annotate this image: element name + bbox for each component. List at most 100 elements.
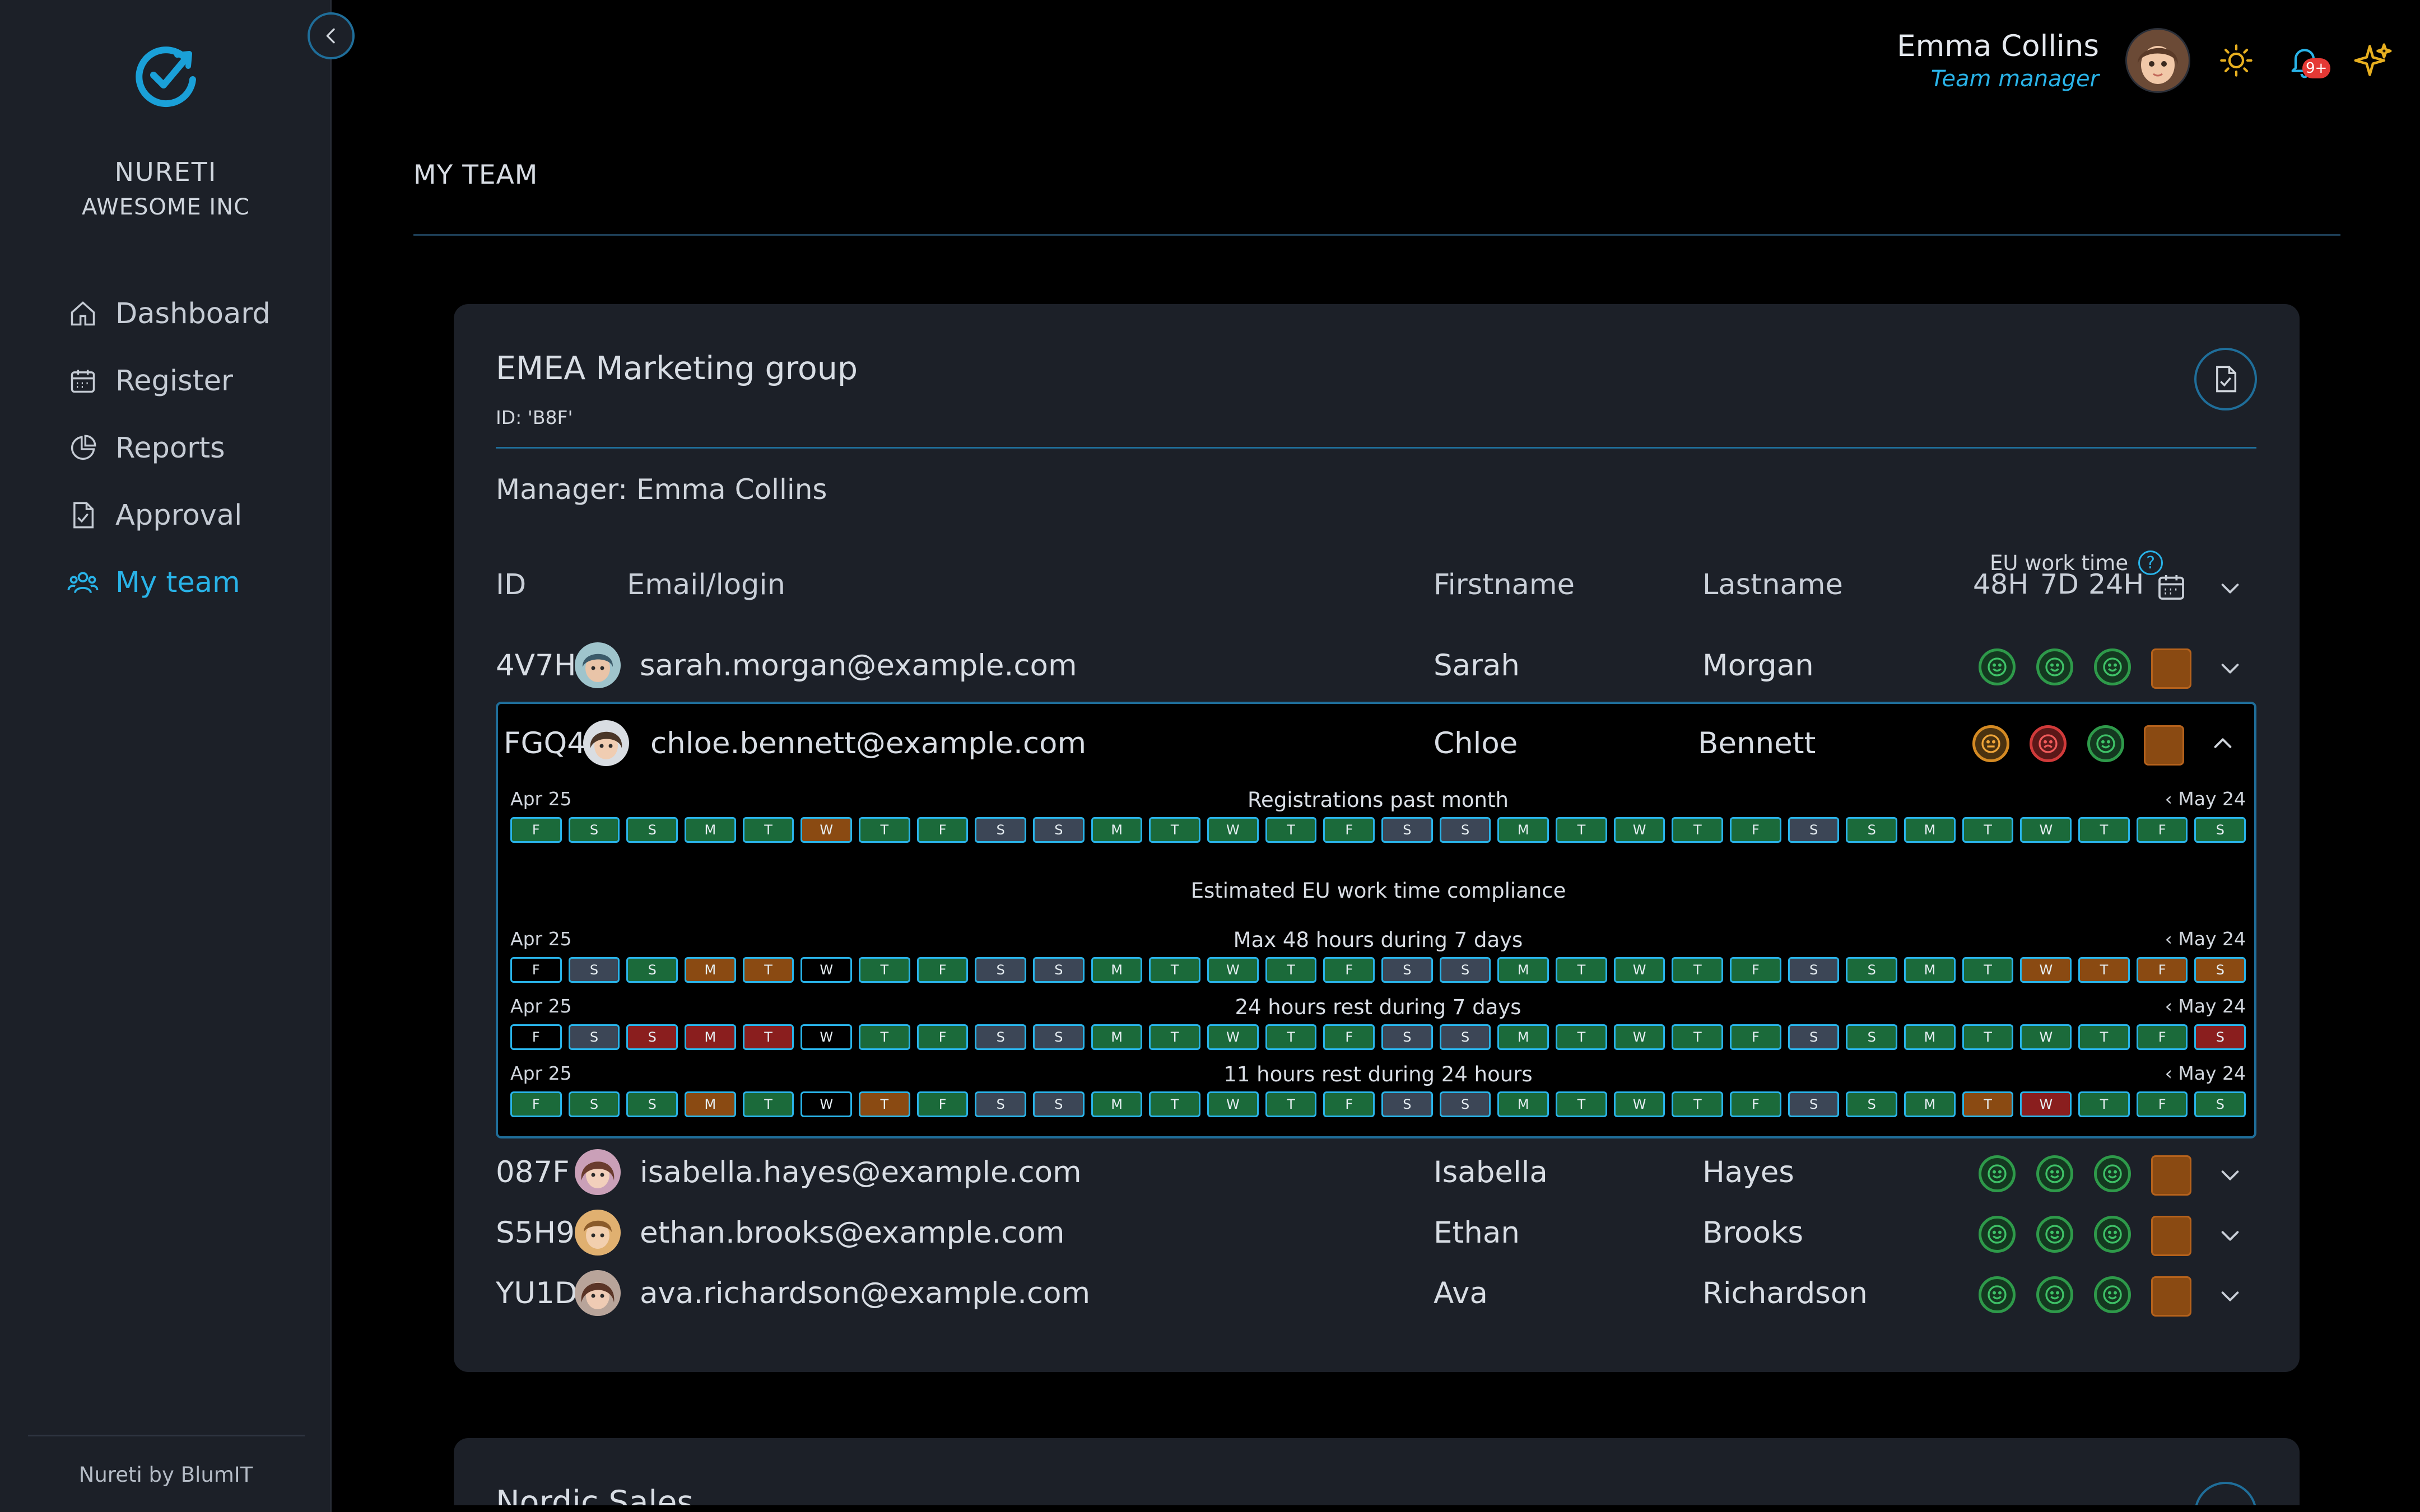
compliance-7d-icon[interactable]	[2036, 648, 2073, 685]
day-cell[interactable]: T	[2078, 1024, 2130, 1050]
compliance-24h-icon[interactable]	[2094, 648, 2131, 685]
day-cell[interactable]: T	[742, 1091, 794, 1117]
day-cell[interactable]: S	[568, 957, 620, 983]
day-cell[interactable]: F	[510, 817, 562, 843]
day-cell[interactable]: S	[1033, 957, 1085, 983]
day-cell[interactable]: T	[1556, 1024, 1607, 1050]
day-cell[interactable]: S	[626, 957, 678, 983]
day-cell[interactable]: S	[1033, 817, 1085, 843]
day-cell[interactable]: S	[1788, 1024, 1840, 1050]
day-cell[interactable]: T	[1149, 957, 1201, 983]
day-cell[interactable]: M	[1904, 1024, 1956, 1050]
day-cell[interactable]: T	[2078, 817, 2130, 843]
day-cell[interactable]: S	[975, 1091, 1027, 1117]
day-cell[interactable]: T	[1556, 817, 1607, 843]
day-cell[interactable]: F	[1730, 817, 1781, 843]
day-cell[interactable]: S	[626, 817, 678, 843]
range-end-button[interactable]: ‹ May 24	[2165, 1062, 2246, 1084]
compliance-7d-icon[interactable]	[2030, 725, 2067, 762]
day-cell[interactable]: M	[1904, 1091, 1956, 1117]
day-cell[interactable]: S	[568, 1091, 620, 1117]
day-cell[interactable]: M	[1904, 817, 1956, 843]
member-email[interactable]: isabella.hayes@example.com	[640, 1144, 1082, 1200]
day-cell[interactable]: F	[1730, 1024, 1781, 1050]
day-cell[interactable]: T	[1962, 1024, 2014, 1050]
day-cell[interactable]: W	[2020, 957, 2072, 983]
day-cell[interactable]: T	[1556, 1091, 1607, 1117]
day-cell[interactable]: T	[859, 817, 910, 843]
range-end-button[interactable]: ‹ May 24	[2165, 995, 2246, 1017]
day-cell[interactable]: M	[685, 957, 736, 983]
day-cell[interactable]: M	[1091, 1024, 1143, 1050]
day-cell[interactable]: F	[1323, 1091, 1375, 1117]
day-cell[interactable]: F	[916, 957, 969, 983]
expand-row-button[interactable]	[2216, 1221, 2244, 1249]
expand-all-button[interactable]	[2217, 575, 2243, 603]
day-cell[interactable]: F	[1730, 957, 1781, 983]
day-cell[interactable]: T	[1265, 1091, 1317, 1117]
day-cell[interactable]: M	[1091, 1091, 1143, 1117]
calendar-status-box[interactable]	[2151, 1276, 2191, 1317]
compliance-48h-icon[interactable]	[1979, 1216, 2016, 1253]
sidebar-item-register[interactable]: Register	[66, 347, 271, 414]
day-cell[interactable]: M	[1497, 817, 1549, 843]
day-cell[interactable]: S	[1788, 1091, 1840, 1117]
notifications-button[interactable]: 9+	[2282, 38, 2331, 83]
day-cell[interactable]: S	[1439, 957, 1491, 983]
day-cell[interactable]: T	[1265, 817, 1317, 843]
day-cell[interactable]: M	[685, 1024, 736, 1050]
day-cell[interactable]: F	[916, 1024, 969, 1050]
day-cell[interactable]: W	[2020, 1091, 2072, 1117]
day-cell[interactable]: S	[1033, 1091, 1085, 1117]
day-cell[interactable]: S	[975, 1024, 1027, 1050]
day-cell[interactable]: W	[1207, 817, 1259, 843]
day-cell[interactable]: T	[1265, 1024, 1317, 1050]
day-cell[interactable]: F	[1323, 817, 1375, 843]
day-cell[interactable]: T	[859, 957, 910, 983]
day-cell[interactable]: W	[1613, 1024, 1665, 1050]
day-cell[interactable]: T	[2078, 957, 2130, 983]
calendar-status-box[interactable]	[2144, 725, 2184, 766]
ai-assistant-button[interactable]	[2351, 38, 2395, 83]
theme-toggle-button[interactable]	[2214, 38, 2259, 83]
compliance-7d-icon[interactable]	[2036, 1216, 2073, 1253]
day-cell[interactable]: S	[1846, 1024, 1898, 1050]
day-cell[interactable]: T	[1962, 817, 2014, 843]
day-cell[interactable]: W	[2020, 817, 2072, 843]
day-cell[interactable]: T	[859, 1091, 910, 1117]
day-cell[interactable]: W	[1207, 1024, 1259, 1050]
compliance-48h-icon[interactable]	[1979, 1276, 2016, 1313]
day-cell[interactable]: M	[1497, 1091, 1549, 1117]
day-cell[interactable]: T	[1672, 1091, 1724, 1117]
member-email[interactable]: ethan.brooks@example.com	[640, 1205, 1065, 1261]
day-cell[interactable]: S	[1439, 1091, 1491, 1117]
day-cell[interactable]: S	[626, 1091, 678, 1117]
day-cell[interactable]: T	[742, 1024, 794, 1050]
day-cell[interactable]: S	[2194, 957, 2246, 983]
calendar-status-box[interactable]	[2151, 648, 2191, 689]
expand-row-button[interactable]	[2216, 654, 2244, 682]
day-cell[interactable]: T	[1672, 1024, 1724, 1050]
day-cell[interactable]: T	[1962, 957, 2014, 983]
day-cell[interactable]: M	[1497, 1024, 1549, 1050]
calendar-status-box[interactable]	[2151, 1155, 2191, 1196]
member-email[interactable]: ava.richardson@example.com	[640, 1265, 1090, 1321]
day-cell[interactable]: W	[2020, 1024, 2072, 1050]
expand-row-button[interactable]	[2216, 1161, 2244, 1189]
compliance-24h-icon[interactable]	[2094, 1155, 2131, 1192]
day-cell[interactable]: T	[742, 817, 794, 843]
table-row[interactable]: 087F isabella.hayes@example.com Isabella…	[454, 1144, 2300, 1200]
day-cell[interactable]: S	[2194, 1091, 2246, 1117]
day-cell[interactable]: T	[1149, 1024, 1201, 1050]
day-cell[interactable]: S	[1033, 1024, 1085, 1050]
day-cell[interactable]: S	[2194, 817, 2246, 843]
compliance-24h-icon[interactable]	[2094, 1216, 2131, 1253]
day-cell[interactable]: T	[1962, 1091, 2014, 1117]
day-cell[interactable]: T	[742, 957, 794, 983]
day-cell[interactable]: S	[1381, 957, 1433, 983]
day-cell[interactable]: F	[1323, 957, 1375, 983]
table-row[interactable]: S5H9 ethan.brooks@example.com Ethan Broo…	[454, 1205, 2300, 1261]
day-cell[interactable]: S	[2194, 1024, 2246, 1050]
day-cell[interactable]: W	[801, 1091, 853, 1117]
day-cell[interactable]: S	[1381, 1024, 1433, 1050]
